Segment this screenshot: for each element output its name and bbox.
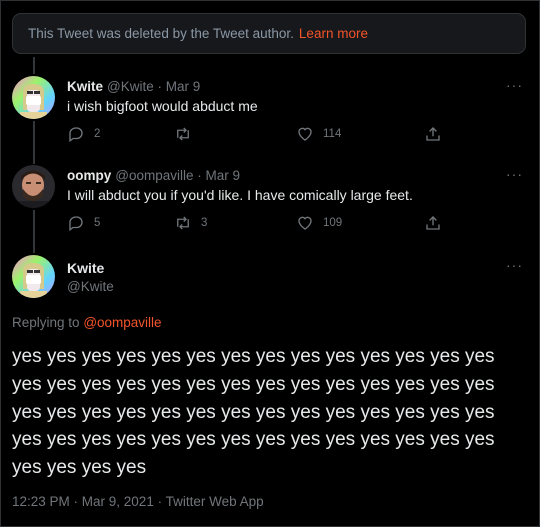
author-name[interactable]: oompy (67, 168, 111, 183)
tweet-header: Kwite @Kwite · Mar 9 (67, 79, 201, 94)
share-button[interactable] (424, 125, 454, 143)
retweet-button[interactable]: 3 (174, 214, 296, 232)
like-count: 109 (323, 217, 343, 229)
author-handle[interactable]: @Kwite (107, 79, 154, 94)
tweet-date[interactable]: Mar 9 (206, 168, 241, 183)
like-count: 114 (323, 128, 342, 140)
tweet-actions: 5 3 109 (67, 214, 467, 232)
thread-line (33, 210, 35, 253)
avatar-kwite-main[interactable] (12, 255, 55, 298)
main-author-name[interactable]: Kwite (67, 260, 104, 276)
main-author-handle[interactable]: @Kwite (67, 279, 114, 294)
main-tweet-text: yes yes yes yes yes yes yes yes yes yes … (12, 346, 495, 479)
like-button[interactable]: 109 (296, 214, 424, 232)
reply-mention-link[interactable]: @oompaville (83, 315, 161, 330)
tweet-header: oompy @oompaville · Mar 9 (67, 168, 241, 183)
learn-more-link[interactable]: Learn more (299, 26, 368, 41)
tweet-text: i wish bigfoot would abduct me (67, 98, 258, 114)
more-options-icon[interactable]: ··· (506, 77, 523, 93)
share-icon (426, 216, 440, 230)
reply-count: 2 (94, 128, 101, 140)
retweet-icon (177, 216, 189, 230)
tweet-timestamp: 12:23 PM · Mar 9, 2021 · Twitter Web App (12, 494, 264, 509)
source-app-link[interactable]: Twitter Web App (166, 494, 264, 509)
reply-icon (69, 127, 83, 143)
like-button[interactable]: 114 (296, 125, 424, 143)
share-button[interactable] (424, 214, 454, 232)
reply-button[interactable]: 2 (67, 125, 174, 143)
deleted-notice-text: This Tweet was deleted by the Tweet auth… (28, 26, 294, 41)
author-handle[interactable]: @oompaville (115, 168, 193, 183)
reply-button[interactable]: 5 (67, 214, 174, 232)
author-name[interactable]: Kwite (67, 79, 103, 94)
thread-line (33, 121, 35, 164)
tweet-actions: 2 114 (67, 125, 467, 143)
share-icon (426, 127, 440, 141)
replying-to: Replying to @oompaville (12, 315, 162, 330)
reply-icon (69, 216, 83, 232)
reply-count: 5 (94, 217, 101, 229)
avatar-oompy[interactable] (12, 165, 55, 208)
replying-prefix: Replying to (12, 315, 80, 330)
heart-icon (298, 127, 312, 141)
heart-icon (298, 216, 312, 230)
more-options-icon[interactable]: ··· (506, 166, 523, 182)
thread-line (33, 57, 35, 74)
retweet-icon (177, 127, 189, 141)
tweet-date[interactable]: Mar 9 (166, 79, 201, 94)
tweet-text: I will abduct you if you'd like. I have … (67, 187, 413, 203)
retweet-button[interactable] (174, 125, 296, 143)
deleted-tweet-notice: This Tweet was deleted by the Tweet auth… (12, 13, 526, 54)
timestamp-text[interactable]: 12:23 PM · Mar 9, 2021 · (12, 494, 166, 509)
avatar-kwite[interactable] (12, 76, 55, 119)
more-options-icon[interactable]: ··· (506, 257, 523, 273)
retweet-count: 3 (201, 217, 208, 229)
